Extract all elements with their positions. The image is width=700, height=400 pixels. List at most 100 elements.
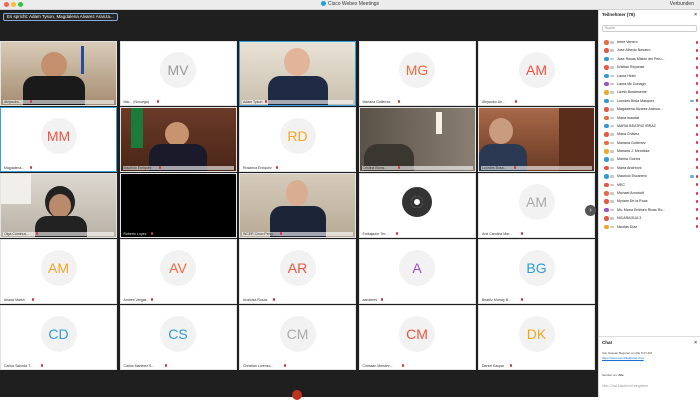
participant-row[interactable]: Myriam De la Roca <box>599 197 700 205</box>
chat-input[interactable]: Hier Chat-Nachricht eingeben <box>602 384 648 388</box>
muted-mic-icon[interactable] <box>696 40 698 44</box>
participant-row[interactable]: Kristian Reponse <box>599 63 700 71</box>
muted-mic-icon <box>395 232 398 235</box>
close-chat-icon[interactable]: × <box>694 338 697 348</box>
participant-row[interactable]: Magdalena Alvarez Aranza... <box>599 105 700 113</box>
video-tile[interactable]: Mauricio Enriquez <box>119 107 237 172</box>
participant-row[interactable]: Jose Rosas Misión del Perú... <box>599 55 700 63</box>
participant-name: Magdalena... <box>3 166 114 170</box>
participant-row[interactable]: Mariana J. Mendiola <box>599 147 700 155</box>
muted-mic-icon[interactable] <box>696 99 698 103</box>
muted-mic-icon[interactable] <box>696 174 698 178</box>
video-tile[interactable]: AM Ana Carolina Mar... <box>478 173 595 238</box>
muted-mic-icon[interactable] <box>696 216 698 220</box>
next-page-button[interactable]: › <box>585 205 596 216</box>
participant-list-name: Lourdes Bosa Marquez <box>617 98 655 103</box>
muted-mic-icon[interactable] <box>696 82 698 86</box>
participant-row[interactable]: Mariana Gutierrez <box>599 139 700 147</box>
participant-row[interactable]: Maria Inaudat <box>599 114 700 122</box>
video-tile[interactable]: Lourdes Bosa... <box>478 107 595 172</box>
device-icon <box>610 217 614 220</box>
end-call-button[interactable] <box>292 390 302 400</box>
muted-mic-icon[interactable] <box>696 199 698 203</box>
video-tile[interactable]: CD Carlos Saboda T... <box>0 305 117 370</box>
participant-list-name: Jose Rosas Misión del Perú... <box>617 56 665 61</box>
participant-row[interactable]: Mauricio Escanero <box>599 172 700 180</box>
video-tile[interactable]: MV Mar... (Noruega) <box>119 41 237 106</box>
muted-mic-icon[interactable] <box>696 157 698 161</box>
participant-row[interactable]: Nicolás Díaz <box>599 223 700 231</box>
participant-list-name: Irene Venero <box>617 40 638 44</box>
participant-row[interactable]: Michael Aronhoft <box>599 189 700 197</box>
video-tile[interactable]: AV Andres Vargas <box>119 239 237 304</box>
participant-row[interactable]: MARIA BEATRIZ IRRAZ <box>599 122 700 130</box>
participant-name: Alejandro... <box>3 100 114 104</box>
muted-mic-icon[interactable] <box>696 48 698 52</box>
chat-recipient[interactable]: Senden an: Alle <box>602 373 624 377</box>
participant-row[interactable]: Maria Chávez <box>599 130 700 138</box>
video-tile[interactable]: CM Christian Mendez... <box>358 305 476 370</box>
muted-mic-icon[interactable] <box>696 116 698 120</box>
participant-row[interactable]: Ms. María Emilsen Rivas Ro... <box>599 206 700 214</box>
avatar: DK <box>518 315 555 352</box>
muted-mic-icon[interactable] <box>696 57 698 61</box>
muted-mic-icon[interactable] <box>696 183 698 187</box>
muted-mic-icon <box>521 232 524 235</box>
participant-row[interactable]: Laura Heiet <box>599 72 700 80</box>
muted-mic-icon[interactable] <box>696 74 698 78</box>
participant-avatar <box>604 48 609 53</box>
muted-mic-icon[interactable] <box>696 149 698 153</box>
participant-row[interactable]: Irene Venero <box>599 38 700 46</box>
video-tile[interactable]: Roberto Lopez <box>119 173 237 238</box>
participant-row[interactable]: Lourdes Bosa Marquez <box>599 97 700 105</box>
muted-mic-icon[interactable] <box>696 124 698 128</box>
participant-list-name: Maria Inaudat <box>617 115 639 120</box>
participant-name: aanderes <box>361 298 473 302</box>
close-participants-icon[interactable]: × <box>694 10 697 20</box>
participant-row[interactable]: Marina Guerra <box>599 155 700 163</box>
muted-mic-icon <box>401 364 404 367</box>
participant-row[interactable]: Lizeth Bustamente <box>599 88 700 96</box>
participant-row[interactable]: NICARAGUA 3 <box>599 214 700 222</box>
video-tile[interactable]: MG Mariana Gutierrez <box>358 41 476 106</box>
video-tile[interactable]: AM Ariana Martin <box>0 239 117 304</box>
participant-row[interactable]: Jose Alberto Navarro <box>599 46 700 54</box>
participant-row[interactable]: MEC <box>599 181 700 189</box>
participant-row[interactable]: Laura Mc Donagh <box>599 80 700 88</box>
participant-avatar <box>604 149 609 154</box>
video-tile[interactable]: Alejandro... <box>0 41 117 106</box>
muted-mic-icon[interactable] <box>696 90 698 94</box>
participant-list-name: Mauricio Escanero <box>617 174 647 179</box>
participant-name: Christian Mendez... <box>361 364 473 368</box>
video-tile[interactable]: DK Daniel Kaspar <box>478 305 595 370</box>
participant-avatar <box>604 199 609 204</box>
participant-name: Beatriz Murray B... <box>481 298 592 302</box>
video-tile[interactable]: CS Carlos Martinez S... <box>119 305 237 370</box>
chat-link[interactable]: https://www.cem19alqaraa.chat <box>602 356 644 360</box>
video-tile[interactable]: WCER Cisco Peng... <box>239 173 356 238</box>
muted-mic-icon[interactable] <box>696 132 698 136</box>
participant-row[interactable]: Marta Andreoni <box>599 164 700 172</box>
muted-mic-icon[interactable] <box>696 141 698 145</box>
muted-mic-icon[interactable] <box>696 107 698 111</box>
video-tile[interactable]: RD Rosanna Enriquez <box>239 107 356 172</box>
video-tile[interactable]: CM Christian Lorenzo... <box>239 305 356 370</box>
video-tile[interactable]: MM Magdalena... <box>0 107 117 172</box>
device-icon <box>610 124 614 128</box>
muted-mic-icon[interactable] <box>696 208 698 212</box>
muted-mic-icon[interactable] <box>696 191 698 195</box>
muted-mic-icon[interactable] <box>696 166 698 170</box>
participant-search-input[interactable]: Suche <box>602 25 697 32</box>
muted-mic-icon[interactable] <box>696 225 698 229</box>
video-tile[interactable]: Cristina Borra... <box>358 107 476 172</box>
video-tile[interactable]: Adam Tyson <box>239 41 356 106</box>
video-tile[interactable]: Olga Cominus... <box>0 173 117 238</box>
video-tile[interactable]: Aaanderes <box>358 239 476 304</box>
video-tile[interactable]: AM Alejandro Arr... <box>478 41 595 106</box>
video-tile[interactable]: AR Analuisa Rosas <box>239 239 356 304</box>
participant-list-name: Myriam De la Roca <box>617 199 648 204</box>
device-icon <box>610 108 614 111</box>
muted-mic-icon[interactable] <box>696 65 698 69</box>
video-tile[interactable]: Embajador Ter... <box>358 173 476 238</box>
video-tile[interactable]: BG Beatriz Murray B... <box>478 239 595 304</box>
